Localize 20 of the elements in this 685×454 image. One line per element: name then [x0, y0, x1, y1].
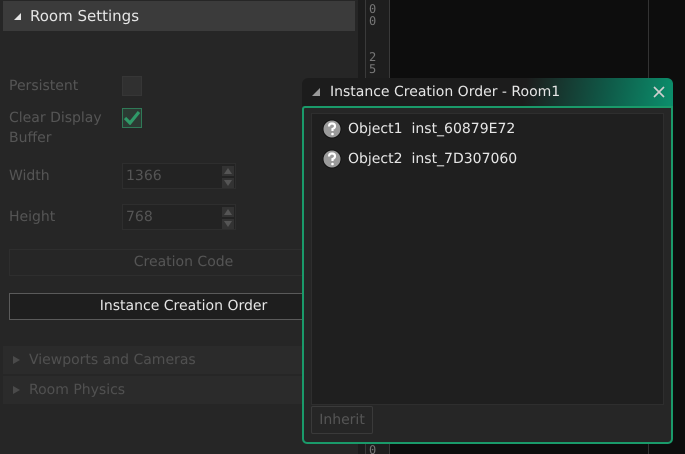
dialog-title: Instance Creation Order - Room1 [330, 82, 562, 102]
collapse-triangle-icon[interactable] [13, 11, 22, 21]
dialog-title-bar[interactable]: Instance Creation Order - Room1 [302, 78, 673, 106]
checkbox[interactable] [122, 108, 142, 128]
ruler-label: 0 [369, 444, 378, 454]
spinner-arrows-icon[interactable] [222, 207, 234, 229]
checkmark-icon [124, 111, 140, 125]
ruler-label: 00 [369, 3, 378, 27]
expand-triangle-icon[interactable] [12, 355, 21, 365]
close-icon[interactable] [653, 86, 665, 98]
list-item[interactable]: Object1 inst_60879E72 [312, 117, 663, 141]
spinner-arrows-icon[interactable] [222, 166, 234, 188]
collapse-triangle-icon[interactable] [312, 88, 320, 96]
section-header[interactable]: Room Settings [3, 1, 355, 31]
ruler-label: 25 [369, 51, 378, 75]
list-item[interactable]: Object2 inst_7D307060 [312, 147, 663, 171]
instance-list[interactable]: Object1 inst_60879E72 Object2 inst_7D307060 [311, 113, 664, 405]
question-mark-icon [322, 119, 342, 139]
expand-triangle-icon[interactable] [12, 385, 21, 395]
question-mark-icon [322, 149, 342, 169]
